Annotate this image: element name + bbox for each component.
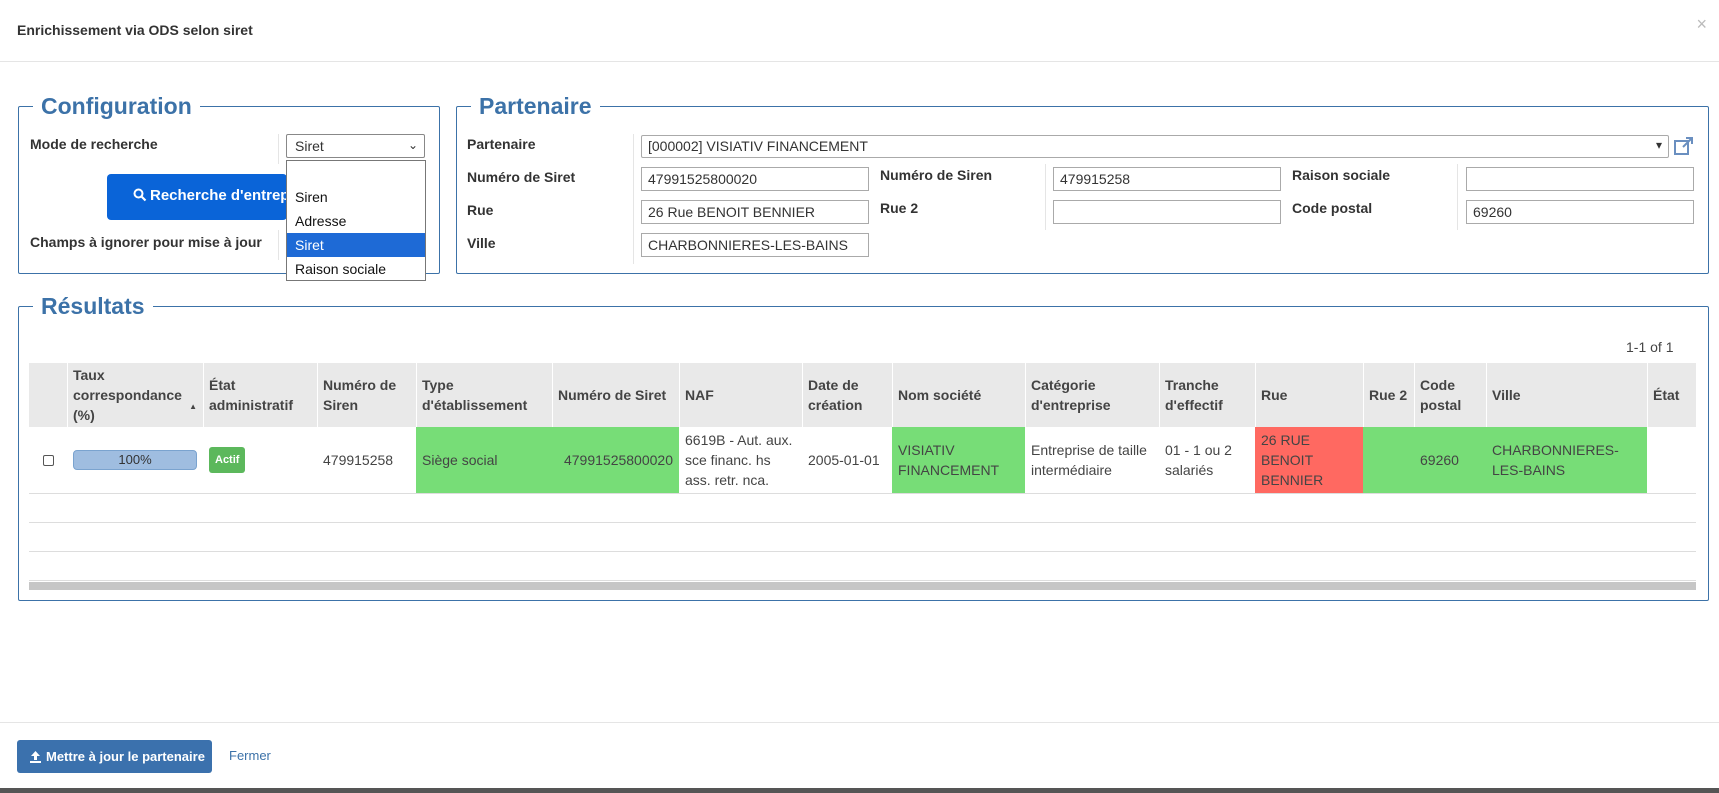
tranche-cell: 01 - 1 ou 2 salariés <box>1165 442 1232 478</box>
etat-cell <box>1647 427 1696 493</box>
siret-cell: 47991525800020 <box>552 427 679 493</box>
rue2-cell <box>1363 427 1414 493</box>
code-postal-cell: 69260 <box>1414 427 1486 493</box>
update-button-label: Mettre à jour le partenaire <box>46 749 205 764</box>
divider <box>1457 164 1458 230</box>
rue-field[interactable]: 26 Rue BENOIT BENNIER <box>641 200 869 224</box>
header-ville[interactable]: Ville <box>1486 363 1647 427</box>
code-postal-field[interactable]: 69260 <box>1466 200 1694 224</box>
upload-icon <box>30 751 41 763</box>
date-cell: 2005-01-01 <box>808 452 880 468</box>
caret-down-icon: ▾ <box>1655 138 1662 152</box>
divider <box>278 230 279 260</box>
header-rue2[interactable]: Rue 2 <box>1363 363 1414 427</box>
mode-label: Mode de recherche <box>30 136 158 152</box>
code-postal-label: Code postal <box>1292 200 1373 216</box>
partenaire-legend: Partenaire <box>479 93 592 119</box>
divider <box>633 134 634 264</box>
type-cell: Siège social <box>416 427 552 493</box>
header-etat-administratif[interactable]: État administratif <box>203 363 317 427</box>
search-button-label: Recherche d'entreprise <box>150 187 287 204</box>
rue-cell: 26 RUE BENOIT BENNIER <box>1255 427 1363 493</box>
ville-cell: CHARBONNIERES-LES-BAINS <box>1486 427 1647 493</box>
header-siren[interactable]: Numéro de Siren <box>317 363 416 427</box>
rue2-field[interactable] <box>1053 200 1281 224</box>
siren-label: Numéro de Siren <box>880 167 993 183</box>
header-select <box>29 363 67 427</box>
status-badge: Actif <box>209 447 246 473</box>
divider <box>278 134 279 164</box>
partner-label: Partenaire <box>467 136 536 152</box>
update-partner-button[interactable]: Mettre à jour le partenaire <box>17 740 212 773</box>
header-taux[interactable]: Taux correspondance (%) ▲ <box>67 363 203 427</box>
header-rue[interactable]: Rue <box>1255 363 1363 427</box>
raison-sociale-label: Raison sociale <box>1292 167 1391 183</box>
header-etat[interactable]: État <box>1647 363 1696 427</box>
table-row[interactable]: 100% Actif 479915258 Siège social 479915… <box>29 427 1696 494</box>
table-header: Taux correspondance (%) ▲ État administr… <box>29 363 1696 427</box>
dropdown-option-raison-sociale[interactable]: Raison sociale <box>287 257 425 281</box>
chevron-down-icon: ⌄ <box>407 138 418 152</box>
results-table: Taux correspondance (%) ▲ État administr… <box>29 363 1696 581</box>
header-tranche[interactable]: Tranche d'effectif <box>1159 363 1255 427</box>
ignore-fields-label: Champs à ignorer pour mise à jour <box>30 234 262 250</box>
dropdown-option-siret[interactable]: Siret <box>287 233 425 257</box>
close-icon[interactable]: × <box>1696 14 1707 35</box>
etat-administratif-cell: Actif <box>203 427 317 493</box>
siret-field[interactable]: 47991525800020 <box>641 167 869 191</box>
header-taux-label: Taux correspondance (%) <box>73 367 182 423</box>
header-date-creation[interactable]: Date de création <box>802 363 892 427</box>
naf-cell: 6619B - Aut. aux. sce financ. hs ass. re… <box>685 432 793 488</box>
modal-header: Enrichissement via ODS selon siret × <box>0 0 1719 62</box>
categorie-cell: Entreprise de taille intermédiaire <box>1031 442 1147 478</box>
empty-row <box>29 552 1696 581</box>
header-naf[interactable]: NAF <box>679 363 802 427</box>
nom-societe-cell: VISIATIV FINANCEMENT <box>892 427 1025 493</box>
mode-select-value: Siret <box>295 138 324 154</box>
mode-dropdown-list: Siren Adresse Siret Raison sociale <box>286 160 426 281</box>
dropdown-option-adresse[interactable]: Adresse <box>287 209 425 233</box>
sort-asc-icon[interactable]: ▲ <box>189 397 197 417</box>
rue-label: Rue <box>467 202 494 218</box>
rue2-label: Rue 2 <box>880 200 919 216</box>
taux-cell: 100% <box>67 427 203 493</box>
divider <box>1045 164 1046 230</box>
partner-select[interactable]: [000002] VISIATIV FINANCEMENT ▾ <box>641 135 1669 158</box>
match-progress-bar: 100% <box>73 450 197 470</box>
configuration-legend: Configuration <box>41 93 192 119</box>
raison-sociale-field[interactable] <box>1466 167 1694 191</box>
close-link[interactable]: Fermer <box>229 748 271 763</box>
header-nom-societe[interactable]: Nom société <box>892 363 1025 427</box>
header-categorie[interactable]: Catégorie d'entreprise <box>1025 363 1159 427</box>
header-siret[interactable]: Numéro de Siret <box>552 363 679 427</box>
row-select-cell <box>29 427 67 493</box>
results-legend: Résultats <box>41 293 145 319</box>
external-link-icon[interactable] <box>1673 135 1695 157</box>
window-bottom-border <box>0 788 1719 793</box>
dropdown-option-siren[interactable]: Siren <box>287 185 425 209</box>
partner-select-value: [000002] VISIATIV FINANCEMENT <box>648 138 868 154</box>
header-code-postal[interactable]: Code postal <box>1414 363 1486 427</box>
row-checkbox[interactable] <box>42 454 54 466</box>
header-type-etablissement[interactable]: Type d'établissement <box>416 363 552 427</box>
horizontal-scrollbar[interactable] <box>29 582 1696 590</box>
siren-field[interactable]: 479915258 <box>1053 167 1281 191</box>
empty-row <box>29 523 1696 552</box>
dropdown-option-empty[interactable] <box>287 161 425 185</box>
ville-field[interactable]: CHARBONNIERES-LES-BAINS <box>641 233 869 257</box>
search-icon <box>133 188 147 202</box>
search-company-button[interactable]: Recherche d'entreprise <box>107 174 287 220</box>
siret-label: Numéro de Siret <box>467 169 576 185</box>
empty-row <box>29 494 1696 523</box>
modal-title: Enrichissement via ODS selon siret <box>17 22 253 38</box>
mode-select[interactable]: Siret ⌄ <box>286 134 425 158</box>
ville-label: Ville <box>467 235 496 251</box>
siren-cell: 479915258 <box>323 452 394 468</box>
pagination-info: 1-1 of 1 <box>1626 339 1674 355</box>
